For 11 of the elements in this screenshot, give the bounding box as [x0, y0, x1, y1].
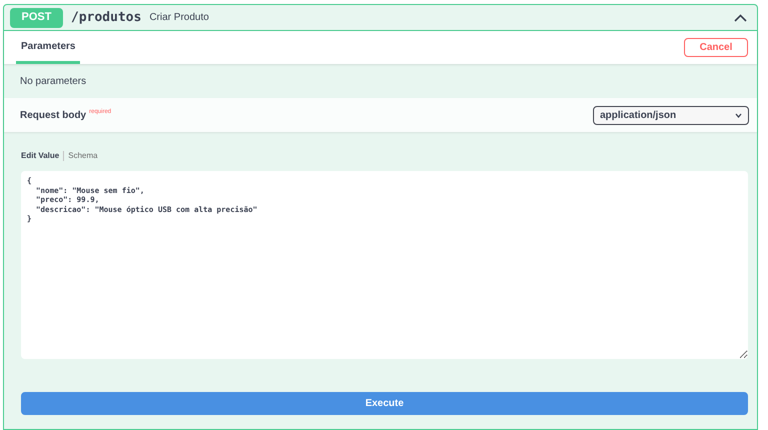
editor-tab[interactable]: Edit Value	[21, 150, 60, 162]
content-type-select[interactable]: application/json	[593, 106, 749, 124]
request-body-label: Request body	[20, 108, 86, 122]
no-parameters-text: No parameters	[20, 74, 86, 88]
chevron-up-icon[interactable]	[734, 14, 747, 22]
operation-summary: Criar Produto	[149, 11, 210, 25]
chevron-down-icon	[735, 112, 742, 118]
method-badge: POST	[10, 8, 63, 28]
editor-tab[interactable]: Schema	[68, 150, 98, 162]
parameters-tab[interactable]: Parameters	[16, 31, 80, 64]
endpoint-path: /produtos	[71, 8, 142, 27]
